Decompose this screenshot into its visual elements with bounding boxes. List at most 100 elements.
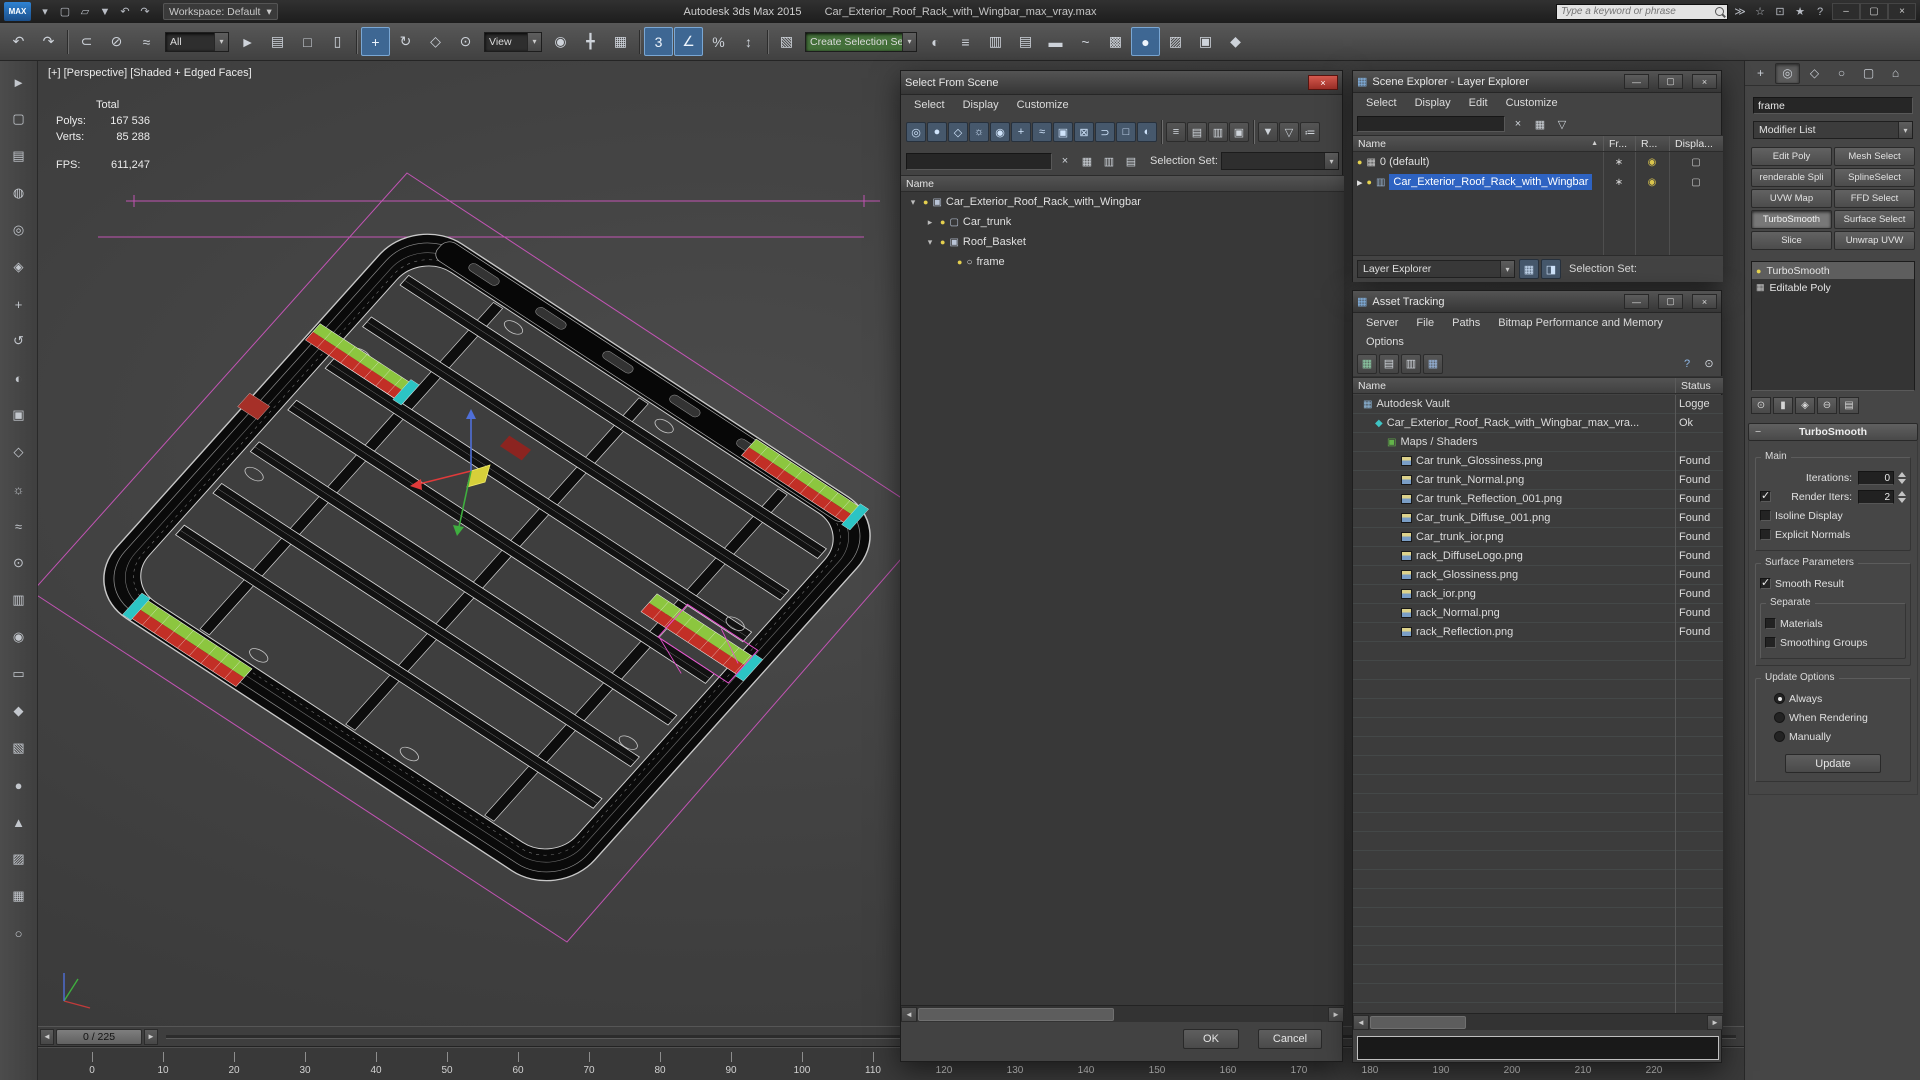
visibility-bulb-icon[interactable]: ● <box>923 197 928 207</box>
pin-stack-icon[interactable]: ⊙ <box>1751 397 1771 414</box>
filter-icon[interactable]: ▽ <box>1279 122 1299 142</box>
modifier-button-ffd-select[interactable]: FFD Select <box>1834 189 1915 208</box>
scroll-right-button[interactable]: ► <box>1707 1015 1723 1030</box>
table-view-icon[interactable]: ▤ <box>1379 354 1399 374</box>
select-children-icon[interactable]: ▦ <box>1077 151 1097 171</box>
make-unique-icon[interactable]: ◈ <box>1795 397 1815 414</box>
rollout-header[interactable]: − TurboSmooth <box>1748 423 1918 441</box>
tree-view-icon[interactable]: ▥ <box>1208 122 1228 142</box>
cancel-button[interactable]: Cancel <box>1258 1029 1322 1049</box>
select-and-link-icon[interactable]: ⊂ <box>72 27 101 56</box>
modifier-button-edit-poly[interactable]: Edit Poly <box>1751 147 1832 166</box>
horizontal-scrollbar[interactable]: ◄ ► <box>901 1005 1344 1022</box>
smoothing-groups-checkbox[interactable] <box>1765 637 1776 648</box>
explicit-normals-checkbox[interactable] <box>1760 529 1771 540</box>
asset-row[interactable]: rack_Glossiness.pngFound <box>1353 566 1723 585</box>
undo-icon[interactable]: ↶ <box>115 3 135 21</box>
render-iters-field[interactable]: 2 <box>1858 490 1894 504</box>
menu-server[interactable]: Server <box>1357 313 1407 332</box>
menu-bitmap-performance-and-memory[interactable]: Bitmap Performance and Memory <box>1489 313 1671 332</box>
vault-login-icon[interactable]: ▦ <box>1357 354 1377 374</box>
render-iters-spinner[interactable] <box>1898 491 1906 503</box>
clear-find-icon[interactable]: × <box>1508 114 1528 134</box>
search-go-icon[interactable]: ≫ <box>1730 2 1750 20</box>
menu-edit[interactable]: Edit <box>1460 93 1497 113</box>
select-and-move-icon[interactable]: + <box>361 27 390 56</box>
search-icon[interactable] <box>1713 5 1727 19</box>
tree-row[interactable]: ▸●▢Car_trunk <box>901 212 1344 232</box>
menu-customize[interactable]: Customize <box>1497 93 1567 113</box>
display-helpers-icon[interactable]: + <box>1011 122 1031 142</box>
menu-display[interactable]: Display <box>954 95 1008 115</box>
bar-tool-icon[interactable]: ▭ <box>6 661 32 687</box>
column-Name[interactable]: Name▲ <box>1353 136 1603 151</box>
menu-file[interactable]: File <box>1407 313 1443 332</box>
node-label[interactable]: Car_trunk <box>963 216 1011 228</box>
minimize-button[interactable]: — <box>1624 294 1649 309</box>
select-and-scale-icon[interactable]: ◇ <box>421 27 450 56</box>
column-header[interactable]: Name▲Fr...R...Displa... <box>1353 135 1723 152</box>
layer-list[interactable]: ●▦0 (default)∗◉▢▸●▥Car_Exterior_Roof_Rac… <box>1353 152 1723 255</box>
display-bones-icon[interactable]: ⊃ <box>1095 122 1115 142</box>
point-tool-icon[interactable]: ● <box>6 772 32 798</box>
iterations-spinner[interactable] <box>1898 472 1906 484</box>
select-and-manipulate-icon[interactable]: ╋ <box>576 27 605 56</box>
sort-icon[interactable]: ▼ <box>1258 122 1278 142</box>
show-end-result-icon[interactable]: ▮ <box>1773 397 1793 414</box>
column-Fr[interactable]: Fr... <box>1603 136 1635 151</box>
app-logo[interactable]: MAX <box>4 2 31 21</box>
light-tool-icon[interactable]: ☼ <box>6 476 32 502</box>
asset-row[interactable]: ◆Car_Exterior_Roof_Rack_with_Wingbar_max… <box>1353 414 1723 433</box>
node-label[interactable]: Roof_Basket <box>963 236 1026 248</box>
tree-row[interactable]: ▾●▣Roof_Basket <box>901 232 1344 252</box>
configure-modifier-sets-icon[interactable]: ▤ <box>1839 397 1859 414</box>
sphere-tool-icon[interactable]: ◍ <box>6 180 32 206</box>
menu-customize[interactable]: Customize <box>1008 95 1078 115</box>
display-toggle-icon[interactable]: ▢ <box>1669 172 1723 192</box>
dot-circle-tool-icon[interactable]: ⊙ <box>6 550 32 576</box>
modifier-button-uvw-map[interactable]: UVW Map <box>1751 189 1832 208</box>
asset-row[interactable]: Car_trunk_ior.pngFound <box>1353 528 1723 547</box>
list-view-icon[interactable]: ≡ <box>1166 122 1186 142</box>
remove-modifier-icon[interactable]: ⊖ <box>1817 397 1837 414</box>
schematic-view-icon[interactable]: ▩ <box>1101 27 1130 56</box>
help-icon[interactable]: ? <box>1677 354 1697 374</box>
modifier-bulb-icon[interactable]: ● <box>1756 266 1761 276</box>
asset-row[interactable]: ▣Maps / Shaders <box>1353 433 1723 452</box>
expand-arrow-icon[interactable]: ▸ <box>1357 176 1363 189</box>
asset-row[interactable]: rack_Reflection.pngFound <box>1353 623 1723 642</box>
lock-view-icon[interactable]: ▣ <box>1229 122 1249 142</box>
clear-find-icon[interactable]: × <box>1055 151 1075 171</box>
align-icon[interactable]: ≡ <box>951 27 980 56</box>
stack-row-turbosmooth[interactable]: ●TurboSmooth <box>1752 262 1914 279</box>
select-and-rotate-icon[interactable]: ↻ <box>391 27 420 56</box>
display-tab[interactable]: ▢ <box>1856 63 1881 84</box>
visibility-bulb-icon[interactable]: ● <box>1367 177 1372 187</box>
scene-tree[interactable]: ▾●▣Car_Exterior_Roof_Rack_with_Wingbar▸●… <box>901 192 1344 1005</box>
focus-tool-icon[interactable]: ◉ <box>6 624 32 650</box>
previous-frame-button[interactable]: ◄ <box>40 1029 54 1045</box>
target-tool-icon[interactable]: ◎ <box>6 217 32 243</box>
iterations-field[interactable]: 0 <box>1858 471 1894 485</box>
rectangle-tool-icon[interactable]: ▢ <box>6 106 32 132</box>
visibility-bulb-icon[interactable]: ● <box>1357 157 1362 167</box>
display-materials-icon[interactable]: ◐ <box>1137 122 1157 142</box>
percent-snap-icon[interactable]: % <box>704 27 733 56</box>
asset-row[interactable]: Car trunk_Reflection_001.pngFound <box>1353 490 1723 509</box>
scroll-left-button[interactable]: ◄ <box>1353 1015 1369 1030</box>
pattern-tool-icon[interactable]: ▨ <box>6 846 32 872</box>
modifier-list-dropdown[interactable]: Modifier List ▾ <box>1753 121 1913 139</box>
wave-tool-icon[interactable]: ≈ <box>6 513 32 539</box>
find-field[interactable] <box>906 153 1052 170</box>
use-pivot-center-icon[interactable]: ◉ <box>546 27 575 56</box>
graphite-ribbon-icon[interactable]: ▬ <box>1041 27 1070 56</box>
display-groups-icon[interactable]: ▣ <box>1053 122 1073 142</box>
select-and-place-icon[interactable]: ⊙ <box>451 27 480 56</box>
help-icon[interactable]: ? <box>1810 3 1830 21</box>
layer-row[interactable]: ●▦0 (default)∗◉▢ <box>1353 152 1723 172</box>
close-button[interactable]: × <box>1692 294 1717 309</box>
radio-manually[interactable] <box>1774 731 1785 742</box>
display-cameras-icon[interactable]: ◉ <box>990 122 1010 142</box>
sign-in-icon[interactable]: ☆ <box>1750 2 1770 20</box>
explorer-mode-icon[interactable]: ▦ <box>1519 259 1539 279</box>
